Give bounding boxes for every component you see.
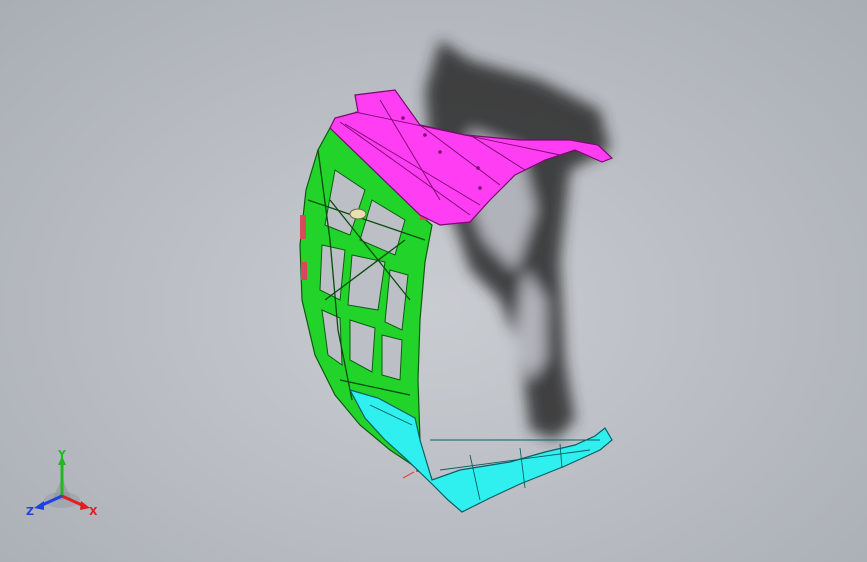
model-scene[interactable] bbox=[0, 0, 867, 562]
x-axis-label: X bbox=[89, 505, 98, 518]
z-axis-label: Z bbox=[26, 505, 34, 518]
y-axis-label: Y bbox=[57, 448, 67, 461]
part-shadow bbox=[425, 40, 610, 440]
reference-triad[interactable]: Y X Z bbox=[22, 448, 112, 528]
origin-marker bbox=[402, 471, 415, 479]
graphics-viewport[interactable]: Y X Z bbox=[0, 0, 867, 562]
